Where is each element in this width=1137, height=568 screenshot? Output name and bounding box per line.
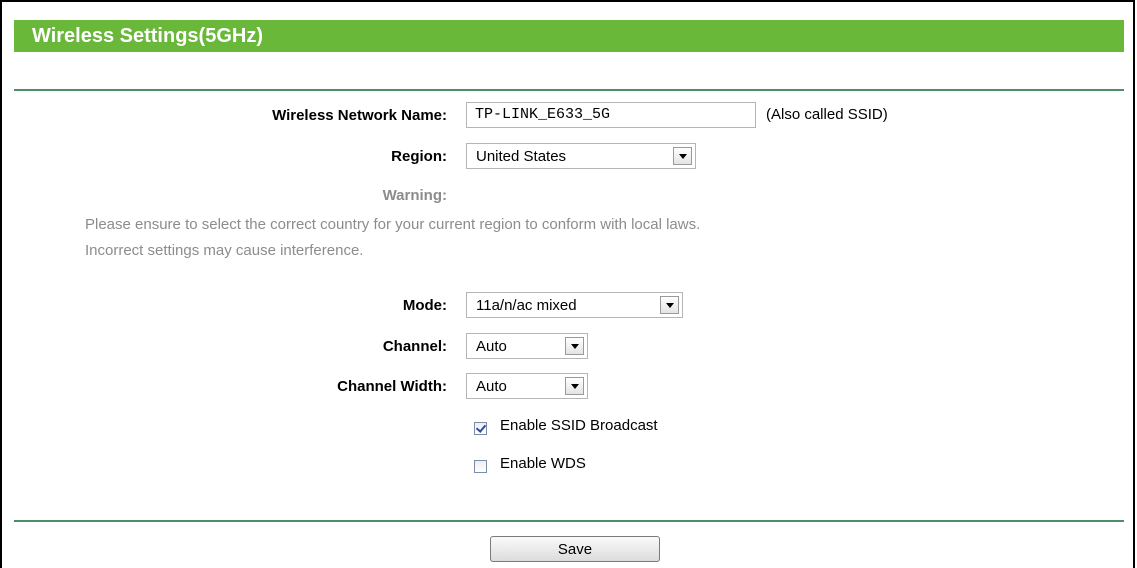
chevron-down-icon[interactable] <box>565 337 584 355</box>
ssid-broadcast-checkbox[interactable] <box>474 422 487 435</box>
settings-frame <box>0 0 1135 568</box>
ssid-broadcast-label: Enable SSID Broadcast <box>500 417 658 434</box>
page-title: Wireless Settings(5GHz) <box>14 20 1124 52</box>
channel-select-value: Auto <box>476 338 507 355</box>
mode-select[interactable]: 11a/n/ac mixed <box>466 292 683 318</box>
top-divider <box>14 89 1124 91</box>
chevron-down-icon[interactable] <box>565 377 584 395</box>
bottom-divider <box>14 520 1124 522</box>
network-name-label: Wireless Network Name: <box>272 107 447 124</box>
channel-width-select-value: Auto <box>476 378 507 395</box>
warning-label: Warning: <box>382 187 447 204</box>
mode-label: Mode: <box>402 297 447 314</box>
save-button[interactable]: Save <box>490 536 660 562</box>
mode-select-value: 11a/n/ac mixed <box>476 297 577 314</box>
network-name-input[interactable]: TP-LINK_E633_5G <box>466 102 756 128</box>
warning-text-line1: Please ensure to select the correct coun… <box>85 216 701 233</box>
wds-checkbox[interactable] <box>474 460 487 473</box>
channel-width-label: Channel Width: <box>337 378 447 395</box>
chevron-down-icon[interactable] <box>660 296 679 314</box>
ssid-hint: (Also called SSID) <box>766 106 888 123</box>
region-select-value: United States <box>476 148 567 165</box>
channel-width-select[interactable]: Auto <box>466 373 588 399</box>
warning-text-line2: Incorrect settings may cause interferenc… <box>85 242 364 259</box>
channel-label: Channel: <box>382 338 447 355</box>
channel-select[interactable]: Auto <box>466 333 588 359</box>
region-label: Region: <box>391 148 447 165</box>
wds-label: Enable WDS <box>500 455 586 472</box>
chevron-down-icon[interactable] <box>673 147 692 165</box>
region-select[interactable]: United States <box>466 143 696 169</box>
